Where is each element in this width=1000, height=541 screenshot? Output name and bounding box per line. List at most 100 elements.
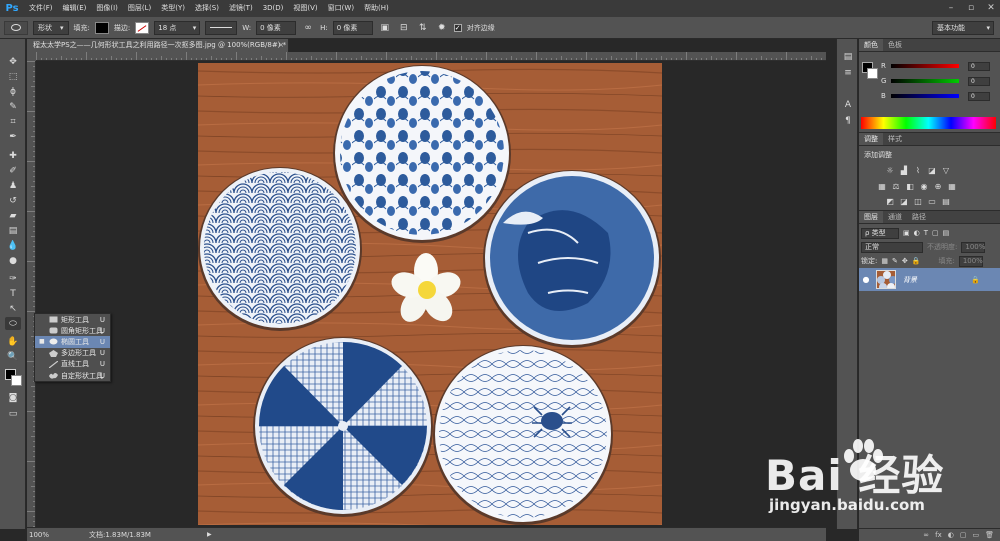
menu-help[interactable]: 帮助(H) bbox=[359, 0, 394, 17]
lock-all-icon[interactable]: 🔒 bbox=[912, 257, 921, 265]
selective-color-icon[interactable]: ▤ bbox=[941, 196, 951, 206]
tab-layers[interactable]: 图层 bbox=[859, 211, 883, 223]
foreground-background-colors[interactable] bbox=[5, 369, 23, 387]
channel-bar[interactable] bbox=[891, 79, 959, 83]
height-input[interactable]: 0 像素 bbox=[332, 20, 373, 35]
background-color-swatch[interactable] bbox=[11, 375, 22, 386]
color-slider-r[interactable]: R 0 bbox=[881, 61, 999, 71]
menu-view[interactable]: 视图(V) bbox=[288, 0, 322, 17]
link-icon[interactable]: ∞ bbox=[301, 21, 315, 35]
opacity-input[interactable]: 100% bbox=[961, 241, 985, 253]
color-spectrum[interactable] bbox=[861, 117, 996, 129]
tool-mode-select[interactable]: 形状 ▾ bbox=[33, 20, 69, 35]
marquee-tool-icon[interactable]: ⬚ bbox=[5, 70, 21, 83]
quick-select-tool-icon[interactable]: ✎ bbox=[5, 100, 21, 113]
stroke-swatch[interactable] bbox=[135, 21, 150, 34]
screen-mode-icon[interactable]: ▭ bbox=[5, 407, 21, 420]
filter-type-icon[interactable]: T bbox=[924, 229, 928, 237]
adjustment-layer-icon[interactable]: ◐ bbox=[948, 531, 954, 539]
menu-select[interactable]: 选择(S) bbox=[190, 0, 224, 17]
filter-adjustment-icon[interactable]: ◐ bbox=[914, 229, 920, 237]
channel-mixer-icon[interactable]: ⊕ bbox=[933, 181, 943, 191]
layer-row-background[interactable]: ● 背景 🔒 bbox=[859, 268, 1000, 291]
color-balance-icon[interactable]: ⚖ bbox=[891, 181, 901, 191]
channel-bar[interactable] bbox=[891, 64, 959, 68]
status-menu-arrow-icon[interactable]: ▶ bbox=[207, 531, 212, 538]
flyout-rectangle-tool[interactable]: 矩形工具 U bbox=[35, 314, 110, 325]
paragraph-panel-icon[interactable]: ¶ bbox=[842, 115, 854, 127]
blur-tool-icon[interactable]: 💧 bbox=[5, 239, 21, 252]
dodge-tool-icon[interactable]: ● bbox=[5, 254, 21, 267]
tool-preset-picker[interactable] bbox=[4, 20, 28, 35]
flyout-custom-shape-tool[interactable]: 自定形状工具 U bbox=[35, 370, 110, 381]
menu-file[interactable]: 文件(F) bbox=[24, 0, 58, 17]
type-tool-icon[interactable]: T bbox=[5, 287, 21, 300]
lock-image-icon[interactable]: ✎ bbox=[892, 257, 898, 265]
hand-tool-icon[interactable]: ✋ bbox=[5, 335, 21, 348]
properties-panel-icon[interactable]: ≡ bbox=[842, 67, 854, 79]
fill-swatch[interactable] bbox=[94, 21, 109, 34]
hue-saturation-icon[interactable]: ▦ bbox=[877, 181, 887, 191]
menu-image[interactable]: 图像(I) bbox=[91, 0, 123, 17]
menu-layer[interactable]: 图层(L) bbox=[123, 0, 156, 17]
menu-window[interactable]: 窗口(W) bbox=[323, 0, 359, 17]
photo-canvas[interactable] bbox=[198, 63, 662, 525]
link-layers-icon[interactable]: ∞ bbox=[923, 531, 929, 539]
photo-filter-icon[interactable]: ◉ bbox=[919, 181, 929, 191]
filter-smart-icon[interactable]: ▤ bbox=[943, 229, 950, 237]
vibrance-icon[interactable]: ▽ bbox=[941, 165, 951, 175]
align-edges-checkbox[interactable]: ✓ bbox=[453, 23, 462, 32]
exposure-icon[interactable]: ◪ bbox=[927, 165, 937, 175]
fill-input[interactable]: 100% bbox=[958, 255, 983, 267]
restore-button[interactable]: ▫ bbox=[966, 2, 976, 14]
black-white-icon[interactable]: ◧ bbox=[905, 181, 915, 191]
flyout-ellipse-tool[interactable]: ■ 椭圆工具 U bbox=[35, 336, 110, 348]
tab-paths[interactable]: 路径 bbox=[907, 211, 931, 223]
threshold-icon[interactable]: ◫ bbox=[913, 196, 923, 206]
tab-styles[interactable]: 样式 bbox=[883, 133, 907, 145]
crop-tool-icon[interactable]: ⌗ bbox=[5, 115, 21, 128]
lock-transparent-icon[interactable]: ▦ bbox=[881, 257, 888, 265]
path-select-tool-icon[interactable]: ↖ bbox=[5, 302, 21, 315]
healing-brush-tool-icon[interactable]: ✚ bbox=[5, 149, 21, 162]
close-button[interactable]: ✕ bbox=[986, 2, 996, 14]
minimize-button[interactable]: – bbox=[946, 2, 956, 14]
channel-bar[interactable] bbox=[891, 94, 959, 98]
stroke-type-picker[interactable] bbox=[205, 20, 238, 35]
stroke-size-input[interactable]: 18 点 ▾ bbox=[154, 20, 201, 35]
path-arrangement-icon[interactable]: ⇅ bbox=[416, 21, 430, 35]
brush-tool-icon[interactable]: ✐ bbox=[5, 164, 21, 177]
zoom-tool-icon[interactable]: 🔍 bbox=[5, 350, 21, 363]
add-mask-icon[interactable]: ▢ bbox=[960, 531, 967, 539]
menu-3d[interactable]: 3D(D) bbox=[258, 0, 289, 17]
document-tab[interactable]: 程太太学PS之——几何形状工具之利用路径一次抠多图.jpg @ 100%(RGB… bbox=[27, 39, 289, 52]
character-panel-icon[interactable]: A bbox=[842, 99, 854, 111]
width-input[interactable]: 0 像素 bbox=[256, 20, 297, 35]
posterize-icon[interactable]: ◪ bbox=[899, 196, 909, 206]
layer-name[interactable]: 背景 bbox=[903, 275, 917, 285]
ellipse-tool-icon[interactable]: ⬭ bbox=[5, 317, 21, 330]
canvas-area[interactable] bbox=[36, 61, 826, 527]
channel-value[interactable]: 0 bbox=[968, 91, 990, 101]
layer-style-icon[interactable]: fx bbox=[935, 531, 942, 539]
ruler-origin[interactable] bbox=[27, 52, 36, 61]
panel-background-swatch[interactable] bbox=[867, 68, 878, 79]
vertical-ruler[interactable] bbox=[27, 61, 36, 527]
close-icon[interactable]: × bbox=[278, 39, 284, 52]
levels-icon[interactable]: ▟ bbox=[899, 165, 909, 175]
lasso-tool-icon[interactable]: ϕ bbox=[5, 85, 21, 98]
filter-shape-icon[interactable]: ▢ bbox=[932, 229, 939, 237]
filter-pixel-icon[interactable]: ▣ bbox=[903, 229, 910, 237]
new-group-icon[interactable]: ▭ bbox=[972, 531, 979, 539]
pen-tool-icon[interactable]: ✑ bbox=[5, 272, 21, 285]
layer-kind-filter[interactable]: ρ 类型 bbox=[861, 227, 899, 239]
menu-type[interactable]: 类型(Y) bbox=[156, 0, 190, 17]
color-slider-b[interactable]: B 0 bbox=[881, 91, 999, 101]
flyout-polygon-tool[interactable]: 多边形工具 U bbox=[35, 348, 110, 359]
invert-icon[interactable]: ◩ bbox=[885, 196, 895, 206]
tab-adjustments[interactable]: 调整 bbox=[859, 133, 883, 145]
workspace-select[interactable]: 基本功能 ▾ bbox=[932, 21, 994, 35]
history-panel-icon[interactable]: ▤ bbox=[842, 51, 854, 63]
menu-edit[interactable]: 编辑(E) bbox=[58, 0, 92, 17]
path-operations-icon[interactable]: ▣ bbox=[378, 21, 392, 35]
